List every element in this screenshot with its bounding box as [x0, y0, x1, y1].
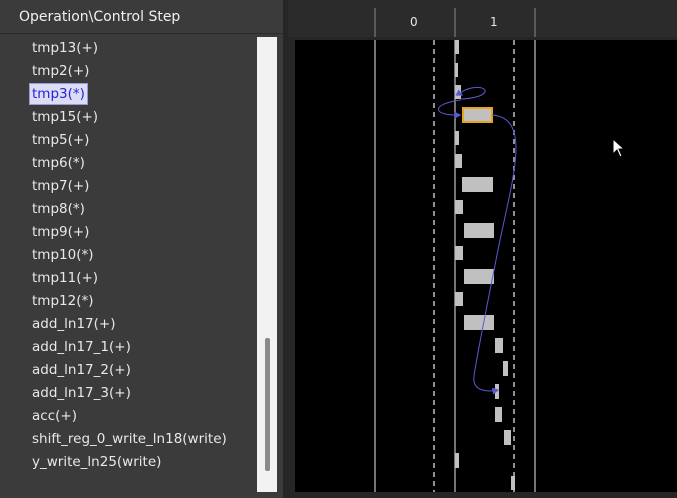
- op-bar-partial: [511, 476, 515, 490]
- op-bar-add-ln17-1[interactable]: [495, 338, 503, 353]
- op-bar-tmp3[interactable]: [455, 85, 461, 99]
- op-bar-y-write[interactable]: [455, 453, 459, 468]
- op-bar-tmp8[interactable]: [455, 200, 463, 214]
- op-bar-tmp15[interactable]: [462, 107, 493, 123]
- op-bar-tmp2[interactable]: [455, 63, 458, 77]
- op-bar-tmp6[interactable]: [455, 154, 462, 168]
- op-bar-tmp12[interactable]: [455, 292, 463, 306]
- mouse-pointer-icon: [612, 138, 626, 158]
- op-bar-tmp10[interactable]: [455, 246, 463, 260]
- op-bar-tmp11[interactable]: [464, 269, 494, 284]
- op-bar-acc[interactable]: [495, 407, 502, 422]
- op-bar-add-ln17[interactable]: [464, 315, 494, 330]
- op-bar-tmp9[interactable]: [464, 223, 494, 238]
- op-bar-tmp5[interactable]: [455, 131, 459, 145]
- op-bar-tmp7[interactable]: [462, 177, 493, 192]
- op-bar-tmp13[interactable]: [455, 40, 459, 54]
- op-bar-add-ln17-2[interactable]: [503, 361, 508, 376]
- op-bar-add-ln17-3[interactable]: [495, 384, 499, 399]
- schedule-chart[interactable]: [0, 0, 677, 498]
- op-bar-shift-reg-write[interactable]: [504, 430, 511, 445]
